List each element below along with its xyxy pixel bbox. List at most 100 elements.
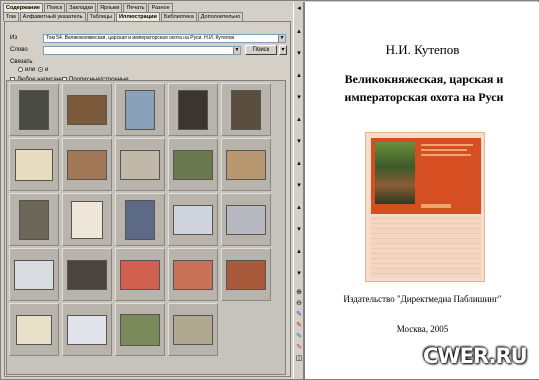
back-icon[interactable]: ▴ [295, 160, 303, 168]
illustration-image [125, 199, 155, 240]
tab-search[interactable]: Поиск [43, 3, 66, 12]
illustration-thumbnail[interactable] [115, 303, 165, 356]
illustration-thumbnail[interactable] [115, 83, 165, 136]
search-options-button[interactable]: ▾ [279, 45, 287, 55]
page-down-icon[interactable]: ▾ [295, 94, 303, 102]
illustration-image [67, 259, 107, 290]
illustration-thumbnail[interactable] [168, 138, 218, 191]
illustration-thumbnail[interactable] [62, 83, 112, 136]
tab-library[interactable]: Библиотека [160, 12, 197, 21]
illustration-thumbnail[interactable] [115, 138, 165, 191]
illustration-thumbnail[interactable] [168, 303, 218, 356]
illustration-image [71, 200, 103, 239]
illustration-thumbnail[interactable] [9, 138, 59, 191]
scroll-up-icon[interactable]: ▴ [295, 248, 303, 256]
watermark: CWER.RU [423, 344, 528, 368]
pen-blue-icon[interactable]: ✎ [295, 311, 303, 319]
illustration-thumbnail[interactable] [62, 138, 112, 191]
bind-label: Связать [10, 59, 33, 65]
scroll-down-icon[interactable]: ▾ [295, 270, 303, 278]
tab-tables[interactable]: Таблицы [86, 12, 115, 21]
zoom-out-icon[interactable]: ⊖ [295, 300, 303, 308]
illustration-image [231, 89, 261, 130]
tab-contents[interactable]: Содержание [3, 3, 43, 12]
next-chapter-icon[interactable]: ▾ [295, 226, 303, 234]
tab-bookmarks[interactable]: Закладки [66, 3, 96, 12]
app-window: Содержание Поиск Закладки Ярлыки Печать … [0, 0, 539, 380]
illustration-image [16, 314, 52, 345]
illustration-image [173, 314, 213, 345]
and-label: и [45, 67, 49, 73]
illustration-image [226, 149, 266, 180]
page-up-icon[interactable]: ▴ [295, 72, 303, 80]
illustration-image [67, 314, 107, 345]
tab-illustrations[interactable]: Иллюстрации [115, 12, 160, 21]
illustration-image [125, 89, 155, 130]
illustration-thumbnail[interactable] [221, 193, 271, 246]
arrow-up-icon[interactable]: ▴ [295, 28, 303, 36]
illustration-thumbnail[interactable] [115, 193, 165, 246]
tab-print[interactable]: Печать [123, 3, 148, 12]
volume-select[interactable]: Том 54. Великокняжеская, царская и импер… [43, 34, 286, 43]
cover-author-line [421, 204, 451, 208]
or-radio[interactable] [18, 67, 23, 72]
cover-title-line [421, 144, 473, 146]
illustration-thumbnail[interactable] [9, 303, 59, 356]
illustration-image [120, 259, 160, 290]
eraser-icon[interactable]: ◫ [295, 355, 303, 363]
cover-illustration [375, 142, 415, 204]
chevron-down-icon[interactable]: ▼ [278, 35, 285, 42]
illustrations-grid [6, 80, 286, 375]
illustration-thumbnail[interactable] [168, 83, 218, 136]
chevron-left-icon[interactable]: ◂ [295, 5, 303, 13]
tab-alphabetical-index[interactable]: Алфавитный указатель [19, 12, 86, 21]
illustration-thumbnail[interactable] [9, 193, 59, 246]
cover-title-line [421, 154, 471, 156]
and-radio[interactable] [38, 67, 43, 72]
illustration-image [15, 148, 53, 181]
page-publisher: Издательство "Директмедиа Паблишинг" [343, 294, 502, 304]
illustration-thumbnail[interactable] [168, 248, 218, 301]
illustration-image [173, 149, 213, 180]
illustration-thumbnail[interactable] [115, 248, 165, 301]
illustration-thumbnail[interactable] [62, 248, 112, 301]
tab-shortcuts[interactable]: Ярлыки [96, 3, 123, 12]
illustration-thumbnail[interactable] [9, 248, 59, 301]
book-cover-image [365, 132, 485, 282]
illustration-thumbnail[interactable] [168, 193, 218, 246]
volume-select-value: Том 54. Великокняжеская, царская и импер… [46, 35, 235, 41]
word-input[interactable]: ▼ [43, 46, 241, 55]
page-title: Великокняжеская, царская и императорская… [344, 72, 504, 104]
marker-blue-icon[interactable]: ✎ [295, 333, 303, 341]
cover-paper-texture [371, 216, 481, 278]
pen-red-icon[interactable]: ✎ [295, 322, 303, 330]
from-label: Из [10, 35, 18, 41]
illustration-image [226, 259, 266, 290]
illustration-thumbnail[interactable] [62, 303, 112, 356]
tab-additional[interactable]: Дополнительно [197, 12, 244, 21]
illustration-image [178, 89, 208, 130]
tab-misc[interactable]: Разное [148, 3, 173, 12]
illustration-image [120, 149, 160, 180]
tab-volume[interactable]: Том [3, 12, 19, 21]
illustration-image [19, 199, 49, 240]
forward-icon[interactable]: ▾ [295, 182, 303, 190]
marker-pink-icon[interactable]: ✎ [295, 344, 303, 352]
last-page-icon[interactable]: ▾ [295, 138, 303, 146]
splitter-toolbar: ◂ ▴ ▾ ▴ ▾ ▴ ▾ ▴ ▾ ▴ ▾ ▴ ▾ ⊕ ⊖ ✎ ✎ ✎ ✎ ◫ [293, 2, 304, 379]
illustration-image [14, 259, 54, 290]
illustration-image [226, 204, 266, 235]
illustration-thumbnail[interactable] [221, 248, 271, 301]
prev-chapter-icon[interactable]: ▴ [295, 204, 303, 212]
zoom-in-icon[interactable]: ⊕ [295, 289, 303, 297]
first-page-icon[interactable]: ▴ [295, 116, 303, 124]
search-button[interactable]: Поиск [245, 45, 277, 55]
chevron-down-icon[interactable]: ▼ [233, 47, 240, 54]
illustration-thumbnail[interactable] [221, 83, 271, 136]
illustration-thumbnail[interactable] [62, 193, 112, 246]
illustration-image [173, 204, 213, 235]
illustration-image [67, 94, 107, 125]
illustration-thumbnail[interactable] [221, 138, 271, 191]
illustration-thumbnail[interactable] [9, 83, 59, 136]
arrow-down-icon[interactable]: ▾ [295, 50, 303, 58]
